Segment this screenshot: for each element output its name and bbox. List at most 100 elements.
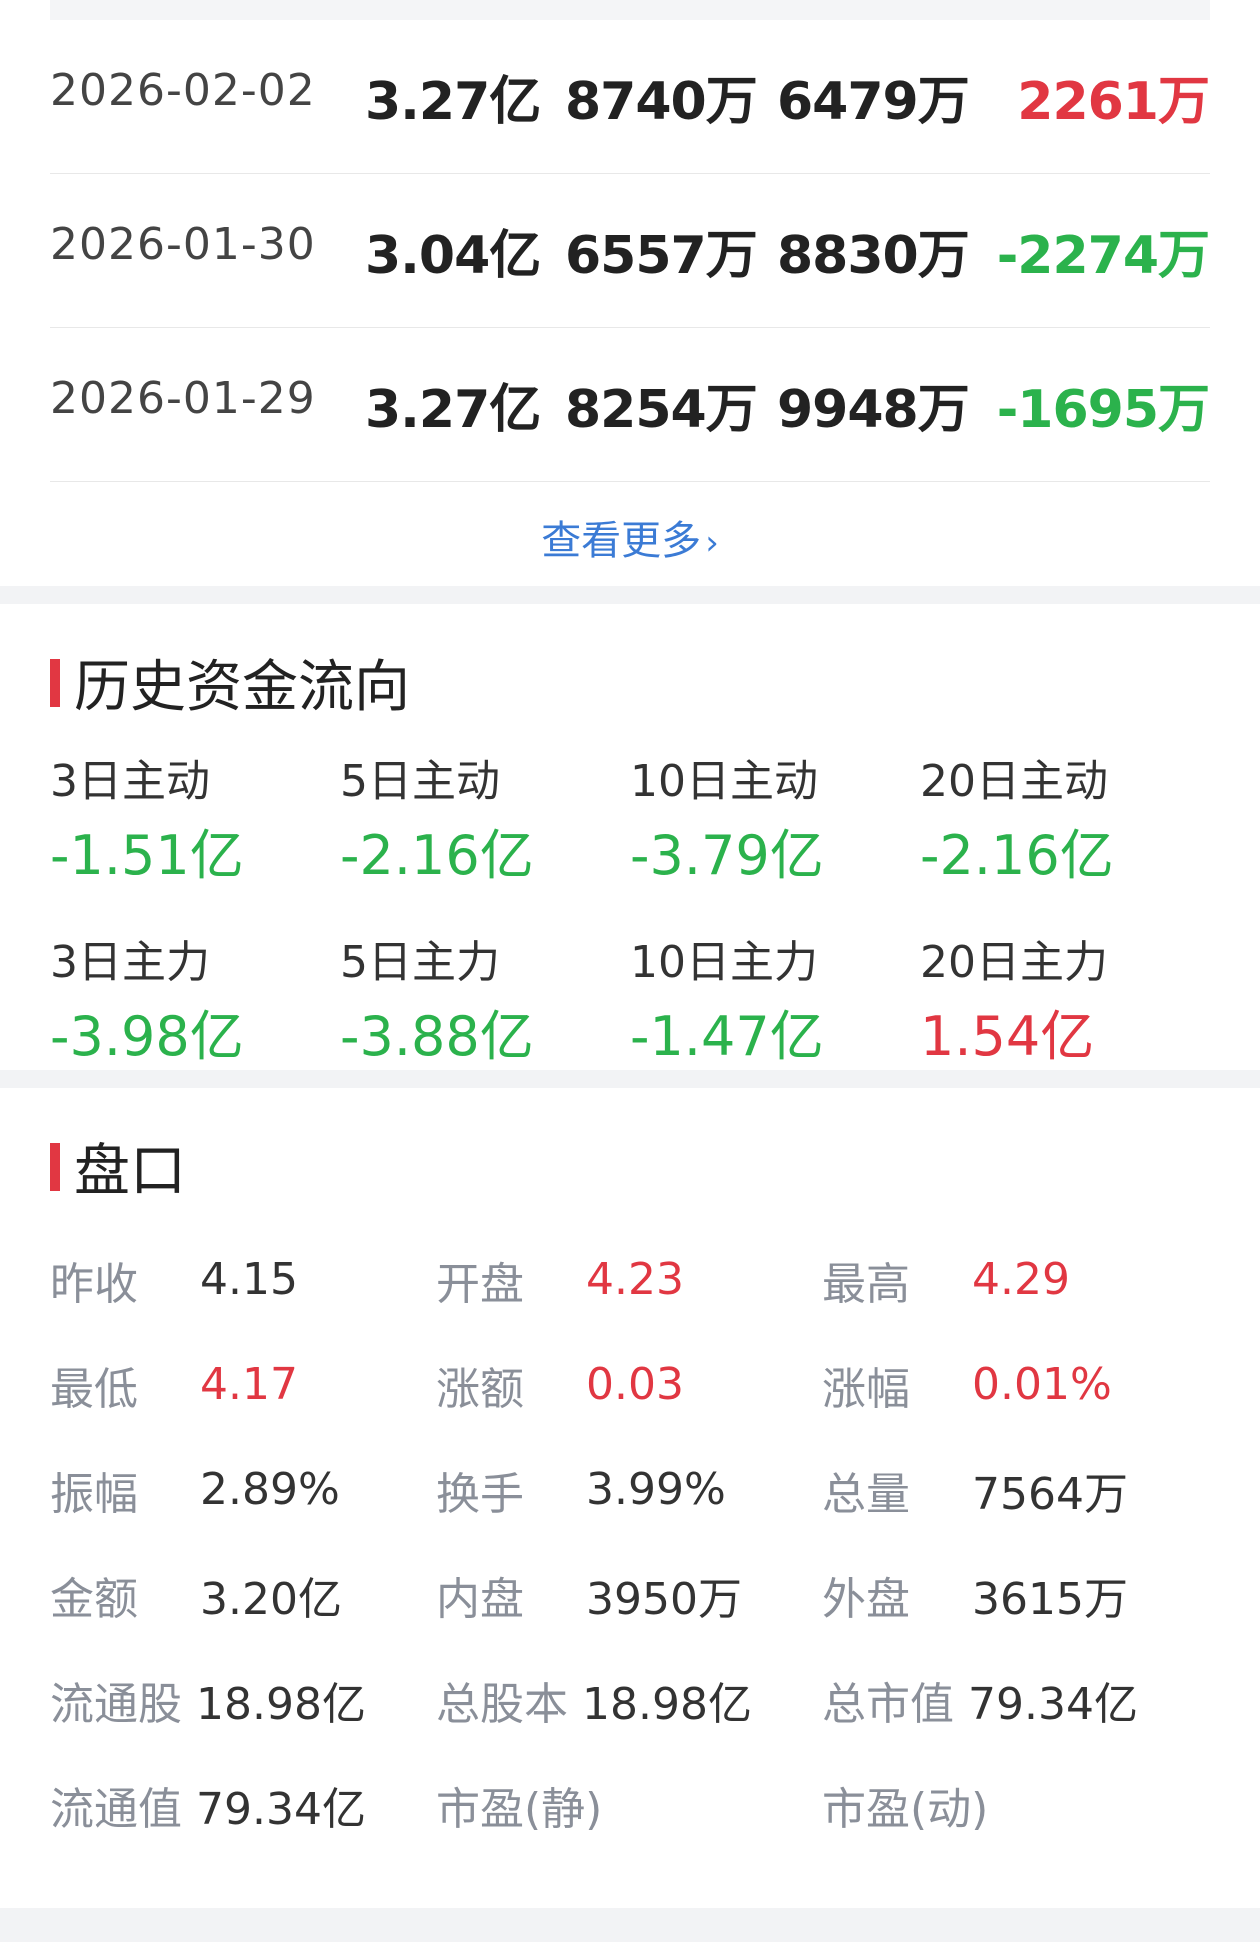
- pankou-stat: 最高 4.29: [822, 1227, 1208, 1332]
- table-row: 2026-02-02 3.27亿 8740万 6479万 2261万: [50, 20, 1210, 174]
- pankou-stat-label: 开盘: [436, 1258, 524, 1310]
- pankou-stat-value: 3615万: [972, 1573, 1128, 1625]
- pankou-stat: 总市值 79.34亿: [822, 1647, 1208, 1752]
- row-total-amount: 3.27亿: [365, 72, 541, 132]
- history-stat: 20日主力 1.54亿: [920, 926, 1210, 1071]
- row-total-amount: 3.04亿: [365, 226, 541, 286]
- pankou-section-header: 盘口: [50, 1126, 1210, 1207]
- history-stat-label: 10日主力: [630, 937, 818, 988]
- pankou-stat-value: 3.20亿: [200, 1573, 342, 1625]
- row-net-flow: -2274万: [996, 226, 1210, 286]
- pankou-stat: 外盘 3615万: [822, 1542, 1208, 1647]
- pankou-stat-label: 流通股: [50, 1678, 182, 1730]
- history-stat-value: 1.54亿: [920, 1005, 1095, 1068]
- history-stats-grid: 3日主动 -1.51亿 5日主动 -2.16亿 10日主动 -3.79亿 20日主动 -2.1…: [50, 745, 1210, 1071]
- history-stat: 10日主力 -1.47亿: [630, 926, 920, 1071]
- pankou-stat: 开盘 4.23: [436, 1227, 822, 1332]
- history-stat-label: 20日主动: [920, 756, 1108, 807]
- history-stat-value: -3.98亿: [50, 1005, 244, 1068]
- history-stat-label: 5日主力: [340, 937, 500, 988]
- view-more-link[interactable]: 查看更多 ›: [0, 508, 1260, 566]
- row-inflow: 6557万: [565, 226, 758, 286]
- row-outflow: 8830万: [777, 226, 970, 286]
- pankou-stats-grid: 昨收 4.15 开盘 4.23 最高 4.29 最低 4.17 涨额 0.03 涨幅 0.01% 振幅 2…: [50, 1227, 1210, 1857]
- fund-flow-table: 2026-02-02 3.27亿 8740万 6479万 2261万 2026-01-30…: [50, 20, 1210, 482]
- pankou-stat: 涨额 0.03: [436, 1332, 822, 1437]
- history-stat-label: 3日主力: [50, 937, 210, 988]
- pankou-stat: 流通值 79.34亿: [50, 1752, 436, 1857]
- row-date: 2026-01-30: [50, 219, 316, 270]
- row-inflow: 8740万: [565, 72, 758, 132]
- pankou-stat: 市盈(静): [436, 1752, 822, 1857]
- pankou-stat-label: 振幅: [50, 1468, 138, 1520]
- pankou-stat: 内盘 3950万: [436, 1542, 822, 1647]
- pankou-stat-label: 涨幅: [822, 1363, 910, 1415]
- pankou-stat: 涨幅 0.01%: [822, 1332, 1208, 1437]
- pankou-stat: 换手 3.99%: [436, 1437, 822, 1542]
- table-row: 2026-01-29 3.27亿 8254万 9948万 -1695万: [50, 328, 1210, 482]
- pankou-stat-value: 0.03: [586, 1359, 684, 1410]
- pankou-stat-label: 总量: [822, 1468, 910, 1520]
- pankou-stat-value: 0.01%: [972, 1359, 1112, 1410]
- pankou-stat-label: 内盘: [436, 1573, 524, 1625]
- history-stat: 10日主动 -3.79亿: [630, 745, 920, 890]
- pankou-stat-value: 4.17: [200, 1359, 298, 1410]
- pankou-stat-label: 最高: [822, 1258, 910, 1310]
- row-total-amount: 3.27亿: [365, 380, 541, 440]
- pankou-stat-value: 4.29: [972, 1254, 1070, 1305]
- pankou-stat-label: 市盈(静): [436, 1783, 603, 1835]
- pankou-stat: 总量 7564万: [822, 1437, 1208, 1542]
- history-stat: 3日主动 -1.51亿: [50, 745, 340, 890]
- pankou-stat-value: 79.34亿: [968, 1678, 1138, 1730]
- row-date: 2026-01-29: [50, 373, 316, 424]
- history-stat: 20日主动 -2.16亿: [920, 745, 1210, 890]
- pankou-stat-label: 总股本: [436, 1678, 568, 1730]
- row-outflow: 9948万: [777, 380, 970, 440]
- pankou-stat-label: 外盘: [822, 1573, 910, 1625]
- row-net-flow: -1695万: [996, 380, 1210, 440]
- pankou-stat-label: 昨收: [50, 1258, 138, 1310]
- history-fund-flow-card: 历史资金流向 3日主动 -1.51亿 5日主动 -2.16亿 10日主动 -3.79亿 20…: [0, 604, 1260, 1070]
- chevron-right-icon[interactable]: ›: [705, 523, 719, 563]
- pankou-stat-value: 3.99%: [586, 1464, 726, 1515]
- pankou-stat-value: 7564万: [972, 1468, 1128, 1520]
- history-stat-value: -2.16亿: [920, 824, 1114, 887]
- history-stat-label: 5日主动: [340, 756, 500, 807]
- row-net-flow: 2261万: [1017, 72, 1210, 132]
- pankou-stat: 昨收 4.15: [50, 1227, 436, 1332]
- section-accent-bar: [50, 658, 60, 707]
- fund-flow-card: 2026-02-02 3.27亿 8740万 6479万 2261万 2026-01-30…: [0, 0, 1260, 586]
- history-stat-value: -1.47亿: [630, 1005, 824, 1068]
- table-header-strip: [50, 0, 1210, 20]
- history-stat-label: 20日主力: [920, 937, 1108, 988]
- pankou-card: 盘口 昨收 4.15 开盘 4.23 最高 4.29 最低 4.17 涨额 0.03 涨幅 0.01%…: [0, 1088, 1260, 1908]
- pankou-stat: 金额 3.20亿: [50, 1542, 436, 1647]
- row-outflow: 6479万: [777, 72, 970, 132]
- history-stat-value: -2.16亿: [340, 824, 534, 887]
- history-stat-value: -3.88亿: [340, 1005, 534, 1068]
- row-inflow: 8254万: [565, 380, 758, 440]
- pankou-stat-label: 金额: [50, 1573, 138, 1625]
- history-stat: 5日主力 -3.88亿: [340, 926, 630, 1071]
- pankou-stat-value: 4.23: [586, 1254, 684, 1305]
- history-stat-value: -1.51亿: [50, 824, 244, 887]
- pankou-stat-value: 18.98亿: [582, 1678, 752, 1730]
- history-stat-label: 10日主动: [630, 756, 818, 807]
- history-stat-value: -3.79亿: [630, 824, 824, 887]
- section-accent-bar: [50, 1142, 60, 1191]
- pankou-stat-label: 最低: [50, 1363, 138, 1415]
- pankou-stat-label: 市盈(动): [822, 1783, 989, 1835]
- pankou-stat: 振幅 2.89%: [50, 1437, 436, 1542]
- view-more-label[interactable]: 查看更多: [541, 518, 701, 564]
- pankou-stat-label: 换手: [436, 1468, 524, 1520]
- pankou-stat-value: 2.89%: [200, 1464, 340, 1515]
- pankou-section-title: 盘口: [74, 1139, 186, 1204]
- history-stat-label: 3日主动: [50, 756, 210, 807]
- pankou-stat-label: 涨额: [436, 1363, 524, 1415]
- history-stat: 5日主动 -2.16亿: [340, 745, 630, 890]
- pankou-stat-label: 流通值: [50, 1783, 182, 1835]
- pankou-stat: 流通股 18.98亿: [50, 1647, 436, 1752]
- history-stat: 3日主力 -3.98亿: [50, 926, 340, 1071]
- pankou-stat: 市盈(动): [822, 1752, 1208, 1857]
- pankou-stat-value: 79.34亿: [196, 1783, 366, 1835]
